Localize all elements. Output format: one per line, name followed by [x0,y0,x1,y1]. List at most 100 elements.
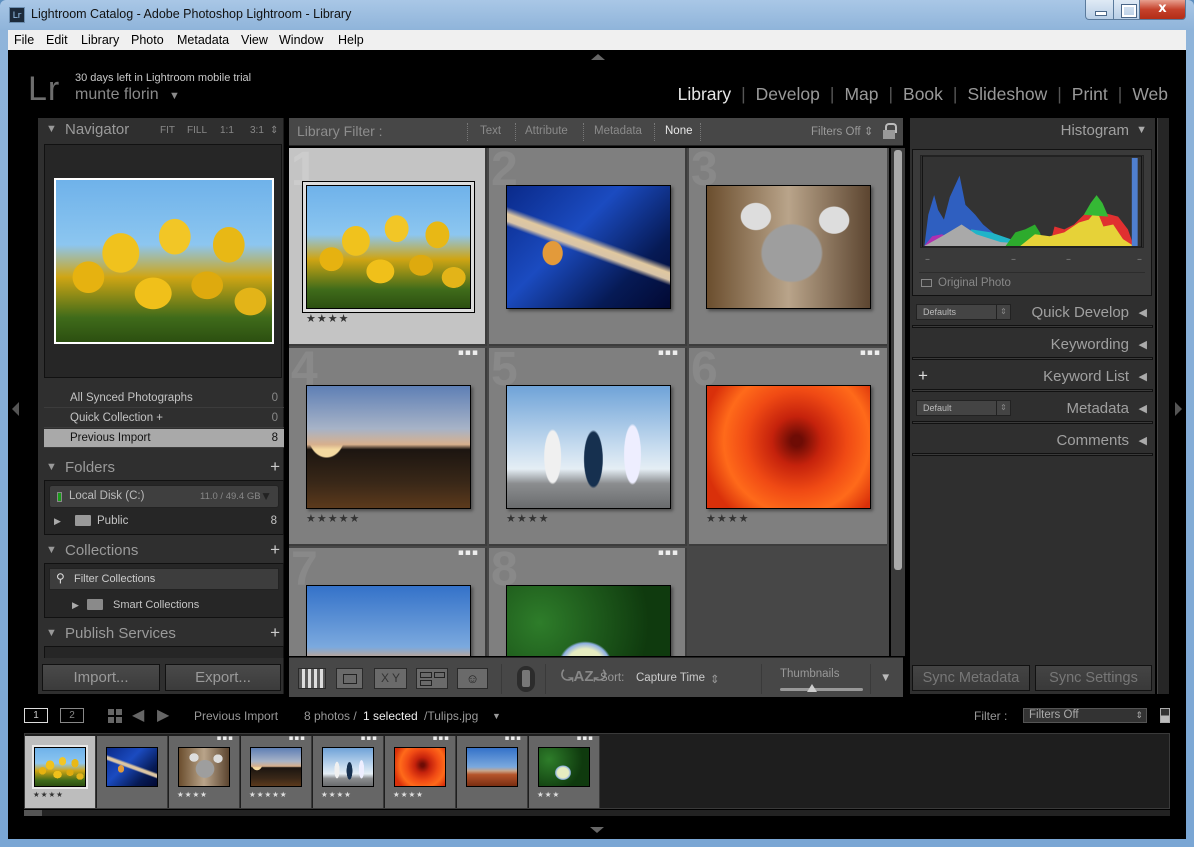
chevron-down-icon[interactable]: ▼ [260,489,272,503]
star-rating[interactable]: ★★★★★ [306,512,360,525]
sync-metadata-button[interactable]: Sync Metadata [912,665,1030,691]
secondary-display-button[interactable]: 2 [60,708,84,723]
metadata-badge-icon[interactable]: ▪▪▪ [658,348,679,358]
navigator-preview[interactable] [44,144,282,378]
filmstrip-cell[interactable]: ▪▪▪ ★★★★ [385,734,456,808]
filmstrip-cell[interactable]: ★★★★ [25,736,96,808]
filename-dropdown-icon[interactable]: ▼ [492,711,501,721]
filmstrip-cell[interactable]: ▪▪▪ ★★★★ [169,734,240,808]
star-rating[interactable]: ★★★★ [706,512,749,525]
grid-cell[interactable]: 7 ▪▪▪ [289,543,487,656]
filmstrip-toggle-icon[interactable] [590,827,604,833]
filter-preset-select[interactable]: Filters Off ⇕ [811,124,873,138]
module-develop[interactable]: Develop [746,84,830,105]
folders-header[interactable]: ▼ Folders + [38,456,288,480]
thumbnail-desert[interactable] [306,585,471,656]
star-rating[interactable]: ★★★★ [33,790,64,799]
keywording-header[interactable]: Keywording ◀ [910,332,1155,360]
grid-view-icon[interactable] [298,668,326,689]
minimize-button[interactable] [1085,0,1114,20]
navigator-header[interactable]: ▼ Navigator FIT FILL 1:1 3:1 ⇕ [38,118,288,142]
thumbnail-penguins[interactable] [506,385,671,509]
module-slideshow[interactable]: Slideshow [957,84,1057,105]
checkbox-icon[interactable] [921,278,932,287]
publish-services-header[interactable]: ▼ Publish Services + [38,622,288,646]
filmstrip-thumbnail-desert[interactable] [466,747,518,787]
filmstrip-cell[interactable]: ▪▪▪ [457,734,528,808]
grid-scrollbar[interactable] [891,148,905,656]
grid-cell[interactable]: 1 ★★★★ [289,148,487,346]
compare-view-icon[interactable]: X Y [374,668,407,689]
star-rating[interactable]: ★★★★ [321,790,352,799]
grid-cell[interactable]: 6 ▪▪▪ ★★★★ [689,343,887,546]
collection-item-smart[interactable]: ▶ Smart Collections [45,596,283,614]
menu-window[interactable]: Window [279,33,323,47]
star-rating[interactable]: ★★★★ [506,512,549,525]
grid-cell[interactable]: 4 ▪▪▪ ★★★★★ [289,343,487,546]
menu-file[interactable]: File [14,33,34,47]
menu-help[interactable]: Help [338,33,364,47]
menu-view[interactable]: View [241,33,268,47]
filter-collections-input[interactable]: ⚲ Filter Collections [49,568,279,590]
module-print[interactable]: Print [1062,84,1118,105]
thumbnail-chrysanthemum[interactable] [706,385,871,509]
metadata-badge-icon[interactable]: ▪▪▪ [658,548,679,558]
comments-header[interactable]: Comments ◀ [910,428,1155,456]
add-folder-icon[interactable]: + [270,457,280,477]
filter-none[interactable]: None [665,125,693,137]
metadata-badge-icon[interactable]: ▪▪▪ [289,734,306,742]
chevron-down-icon[interactable]: ▼ [169,90,180,102]
menu-edit[interactable]: Edit [46,33,68,47]
module-library[interactable]: Library [668,84,742,105]
module-map[interactable]: Map [834,84,888,105]
navigator-image[interactable] [54,178,274,344]
metadata-badge-icon[interactable]: ▪▪▪ [458,348,479,358]
add-keyword-icon[interactable]: + [918,366,928,386]
filter-metadata[interactable]: Metadata [594,125,642,137]
scrollbar-thumb[interactable] [24,810,42,816]
back-arrow-icon[interactable]: ◀ [132,705,144,725]
filter-text[interactable]: Text [480,125,501,137]
filmstrip-thumbnail-koala[interactable] [178,747,230,787]
expand-triangle-icon[interactable]: ▶ [72,600,79,611]
add-collection-icon[interactable]: + [270,540,280,560]
filter-lock-toggle[interactable] [1160,708,1170,723]
sort-spinner-icon[interactable]: ⇕ [710,672,720,686]
filmstrip-thumbnail-lighthouse[interactable] [250,747,302,787]
slider-knob[interactable] [807,684,818,692]
lock-icon[interactable] [883,123,897,139]
primary-display-button[interactable]: 1 [24,708,48,723]
menu-metadata[interactable]: Metadata [177,33,229,47]
volume-local-disk[interactable]: Local Disk (C:) 11.0 / 49.4 GB ▼ [49,485,279,508]
metadata-header[interactable]: Default ⇕ Metadata ◀ [910,396,1155,424]
catalog-item-previous-import[interactable]: Previous Import 8 [44,429,284,448]
forward-arrow-icon[interactable]: ▶ [157,705,169,725]
grid-cell[interactable]: 3 [689,148,887,346]
original-photo-checkbox[interactable]: Original Photo [921,277,1011,289]
right-panel-scrollbar[interactable] [1157,118,1169,694]
grid-cell[interactable]: 5 ▪▪▪ ★★★★ [489,343,687,546]
catalog-item-all-synced[interactable]: All Synced Photographs 0 [44,389,284,408]
expand-triangle-icon[interactable]: ▶ [54,516,61,527]
close-button[interactable]: x [1139,0,1186,20]
thumbnail-lighthouse[interactable] [306,385,471,509]
zoom-spinner-icon[interactable]: ⇕ [270,125,278,136]
histogram-chart[interactable] [920,155,1144,248]
quick-develop-header[interactable]: Defaults ⇕ Quick Develop ◀ [910,300,1155,328]
star-rating[interactable]: ★★★★★ [249,790,288,799]
filmstrip-source[interactable]: Previous Import [194,709,278,723]
top-panel-toggle-icon[interactable] [591,54,605,60]
left-panel-toggle-icon[interactable] [12,402,19,416]
histogram-header[interactable]: Histogram ▼ [910,118,1155,144]
import-button[interactable]: Import... [42,664,160,691]
loupe-view-icon[interactable] [336,668,363,689]
identity-plate[interactable]: munte florin ▼ [75,86,180,104]
thumbnail-tulips[interactable] [303,182,474,312]
thumbnail-size-slider[interactable] [780,684,863,692]
toolbar-menu-icon[interactable]: ▼ [880,672,891,684]
metadata-preset-select[interactable]: Default ⇕ [916,400,1011,416]
thumbnail-hydrangeas[interactable] [506,585,671,656]
zoom-1-1[interactable]: 1:1 [220,125,234,136]
survey-view-icon[interactable] [416,668,448,689]
star-rating[interactable]: ★★★★ [306,312,349,325]
